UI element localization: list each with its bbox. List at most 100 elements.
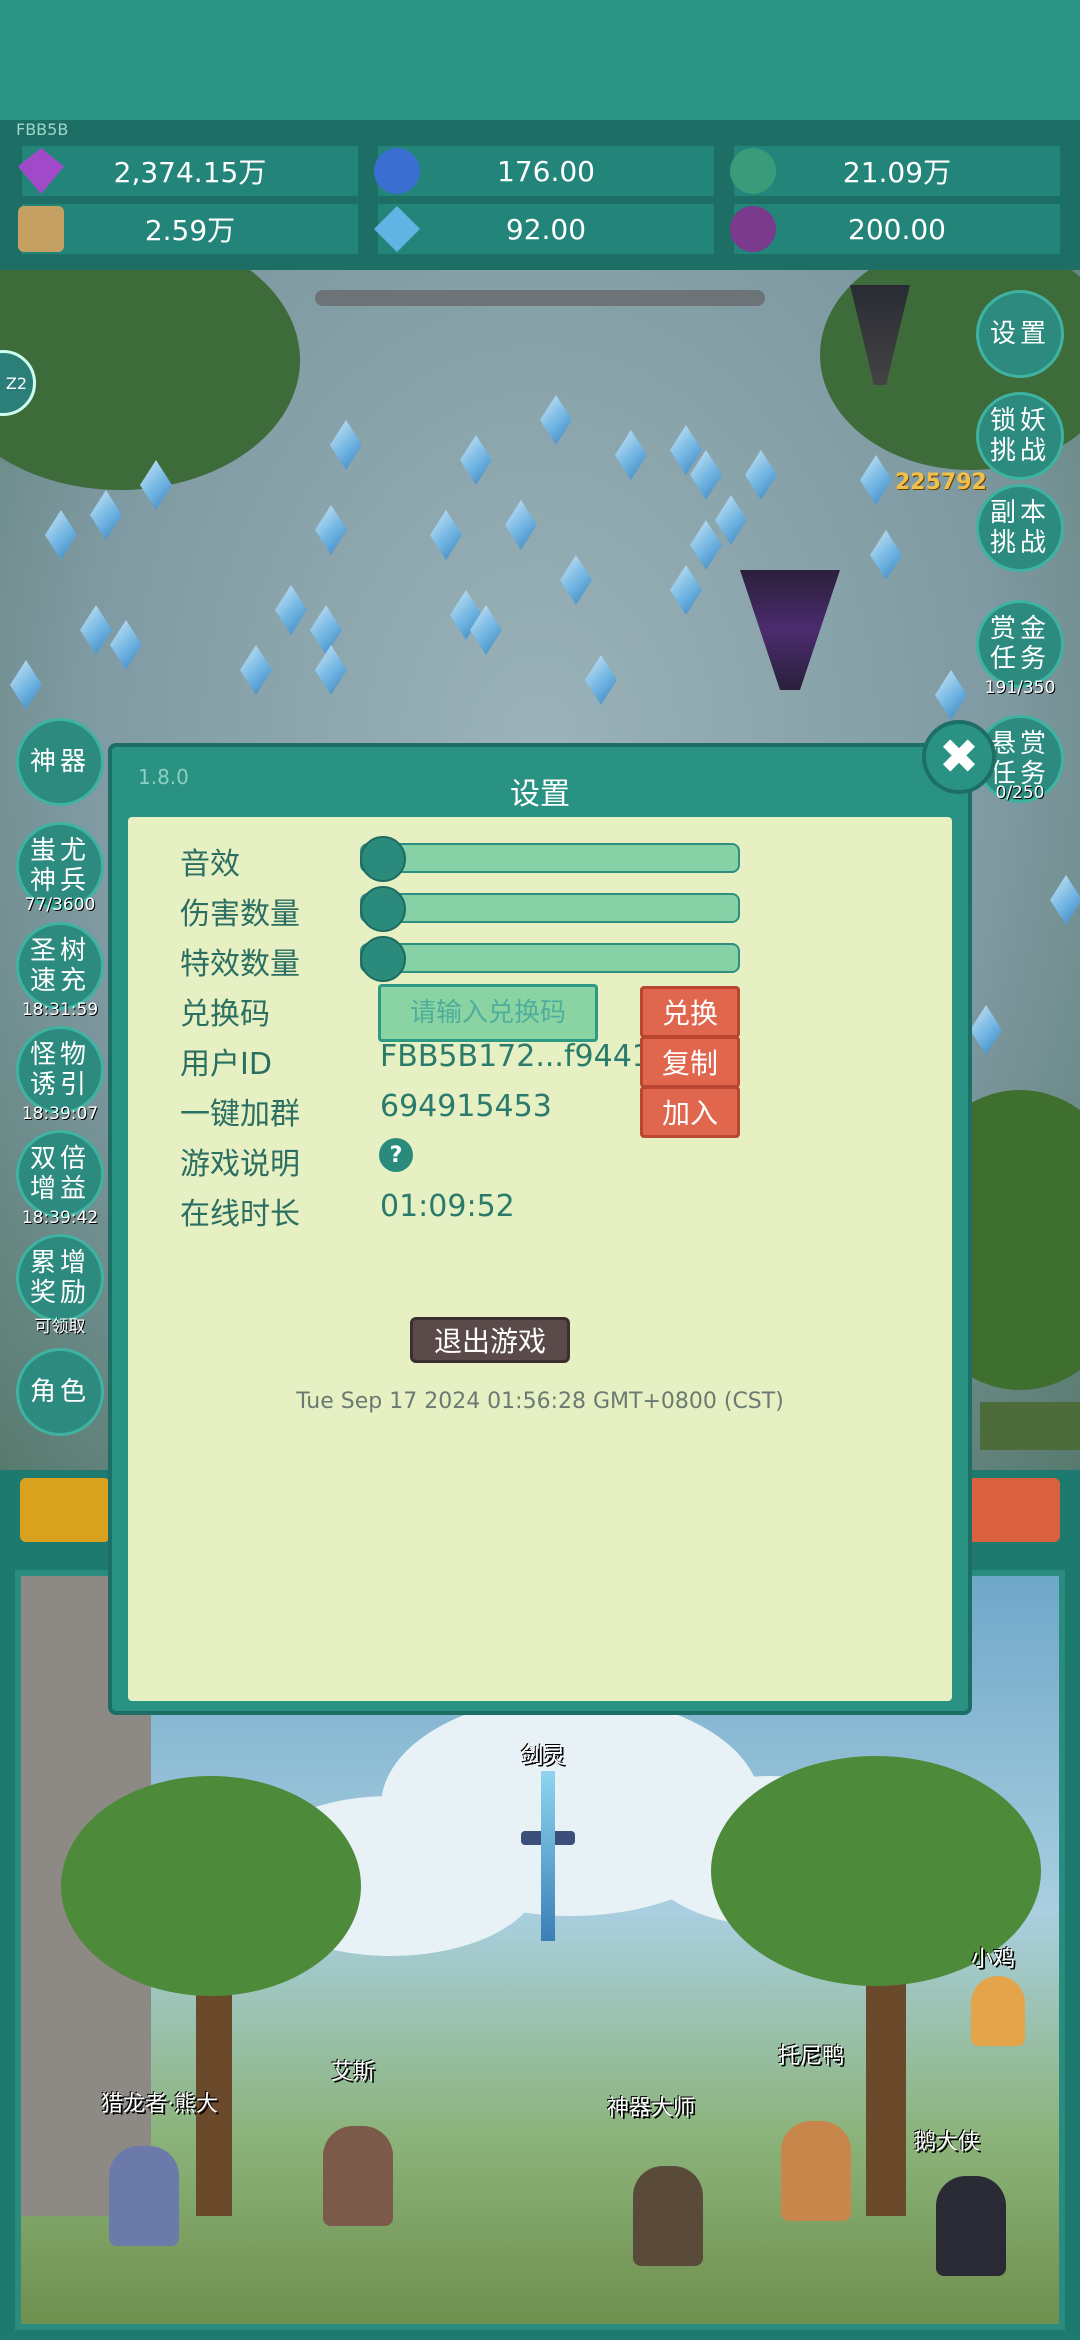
bounty-task-progress: 191/350 <box>984 678 1056 698</box>
redeem-button[interactable]: 兑换 <box>640 986 740 1038</box>
sound-slider[interactable] <box>360 843 740 873</box>
crystal-drop[interactable] <box>690 520 722 570</box>
hero-artifact-master[interactable] <box>633 2166 703 2266</box>
crystal-drop[interactable] <box>90 490 122 540</box>
game-guide-label: 游戏说明 <box>180 1147 300 1182</box>
double-boost-timer: 18:39:42 <box>21 1208 99 1228</box>
dungeon-challenge-button[interactable]: 副本挑战 <box>976 484 1064 572</box>
blue-crystal-icon <box>374 206 420 252</box>
crystal-drop[interactable] <box>430 510 462 560</box>
crystal-drop[interactable] <box>860 455 892 505</box>
red-action-bar[interactable] <box>960 1478 1060 1542</box>
crystal-drop[interactable] <box>110 620 142 670</box>
help-icon[interactable]: ? <box>379 1138 413 1172</box>
crystal-drop[interactable] <box>1050 875 1080 925</box>
character-button[interactable]: 角色 <box>16 1348 104 1436</box>
battle-strip <box>980 1402 1080 1450</box>
join-button[interactable]: 加入 <box>640 1086 740 1138</box>
resource-value: 2.59万 <box>144 214 236 247</box>
crystal-drop[interactable] <box>330 420 362 470</box>
dialog-title: 设置 <box>510 777 570 812</box>
double-boost-button[interactable]: 双倍增益 <box>16 1130 104 1218</box>
crystal-drop[interactable] <box>560 555 592 605</box>
resource-cell: 200.00 <box>730 204 1060 254</box>
crystal-drop[interactable] <box>970 1005 1002 1055</box>
hero-chick[interactable] <box>971 1976 1025 2046</box>
holy-tree-boost-button[interactable]: 圣树速充 <box>16 922 104 1010</box>
crystal-drop[interactable] <box>870 530 902 580</box>
hero-tony-duck[interactable] <box>781 2121 851 2221</box>
artifact-button[interactable]: 神器 <box>16 718 104 806</box>
monster-lure-button[interactable]: 怪物诱引 <box>16 1026 104 1114</box>
purple-gem-icon <box>18 148 64 194</box>
green-bowl-icon <box>730 148 776 194</box>
settings-panel: 音效 伤害数量 特效数量 兑换码 兑换 用户ID FBB5B172...f944… <box>128 817 952 1701</box>
crystal-drop[interactable] <box>585 655 617 705</box>
forest-tree <box>0 270 300 490</box>
crystal-drop[interactable] <box>540 395 572 445</box>
character-name: 小鸡 <box>971 1947 1016 1972</box>
cumulative-reward-status: 可领取 <box>34 1317 86 1337</box>
crystal-drop[interactable] <box>935 670 967 720</box>
button-label: 双倍增益 <box>29 1144 90 1204</box>
holy-tree-timer: 18:31:59 <box>21 1000 99 1020</box>
exit-game-button[interactable]: 退出游戏 <box>410 1317 570 1363</box>
online-time-value: 01:09:52 <box>380 1189 515 1224</box>
demon-lock-challenge-button[interactable]: 锁妖挑战 <box>976 392 1064 480</box>
crystal-drop[interactable] <box>315 645 347 695</box>
chiyou-weapon-progress: 77/3600 <box>24 895 96 915</box>
crystal-drop[interactable] <box>505 500 537 550</box>
character-name: 剑灵 <box>521 1744 566 1769</box>
button-label: 锁妖挑战 <box>989 406 1050 466</box>
effect-count-slider[interactable] <box>360 943 740 973</box>
button-label: 怪物诱引 <box>29 1040 90 1100</box>
settings-button[interactable]: 设置 <box>976 290 1064 378</box>
purple-fruit-icon <box>730 206 776 252</box>
crystal-drop[interactable] <box>45 510 77 560</box>
timestamp: Tue Sep 17 2024 01:56:28 GMT+0800 (CST) <box>296 1389 784 1414</box>
button-label: 蚩尤神兵 <box>29 836 90 896</box>
button-label: 累增奖励 <box>29 1248 90 1308</box>
redeem-code-input[interactable] <box>378 984 598 1042</box>
damage-count-slider[interactable] <box>360 893 740 923</box>
top-band <box>0 0 1080 120</box>
character-name: 神器大师 <box>607 2096 696 2121</box>
wave-progress-bar <box>315 290 765 306</box>
yellow-action-bar[interactable] <box>20 1478 110 1542</box>
crystal-drop[interactable] <box>10 660 42 710</box>
crystal-drop[interactable] <box>460 435 492 485</box>
sound-slider-thumb[interactable] <box>360 836 406 882</box>
crystal-drop[interactable] <box>275 585 307 635</box>
close-icon[interactable]: ✖ <box>922 720 996 794</box>
sword-spirit[interactable] <box>541 1771 555 1941</box>
resource-value: 2,374.15万 <box>113 156 267 189</box>
hero-ais[interactable] <box>323 2126 393 2226</box>
button-label: 副本挑战 <box>989 498 1050 558</box>
crystal-drop[interactable] <box>240 645 272 695</box>
user-tag: FBB5B <box>16 120 69 139</box>
button-label: 悬赏任务 <box>989 729 1050 789</box>
hero-goose-hero[interactable] <box>936 2176 1006 2276</box>
damage-count-label: 伤害数量 <box>180 897 300 932</box>
crystal-drop[interactable] <box>715 495 747 545</box>
hero-dragon-hunter[interactable] <box>109 2146 179 2246</box>
button-label: 圣树速充 <box>29 936 90 996</box>
resource-value: 21.09万 <box>842 156 952 189</box>
character-name: 艾斯 <box>331 2060 376 2085</box>
character-name: 托尼鸭 <box>778 2044 845 2069</box>
character-name: 猎龙者·熊大 <box>101 2092 218 2117</box>
crystal-drop[interactable] <box>670 565 702 615</box>
crystal-drop[interactable] <box>315 505 347 555</box>
online-time-label: 在线时长 <box>180 1197 300 1232</box>
button-label: 神器 <box>29 747 90 777</box>
crystal-drop[interactable] <box>80 605 112 655</box>
damage-count-slider-thumb[interactable] <box>360 886 406 932</box>
effect-count-label: 特效数量 <box>180 947 300 982</box>
crystal-drop[interactable] <box>310 605 342 655</box>
copy-button[interactable]: 复制 <box>640 1036 740 1088</box>
bounty-task-button[interactable]: 赏金任务 <box>976 600 1064 688</box>
crystal-drop[interactable] <box>745 450 777 500</box>
cumulative-reward-button[interactable]: 累增奖励 <box>16 1234 104 1322</box>
crystal-drop[interactable] <box>615 430 647 480</box>
effect-count-slider-thumb[interactable] <box>360 936 406 982</box>
